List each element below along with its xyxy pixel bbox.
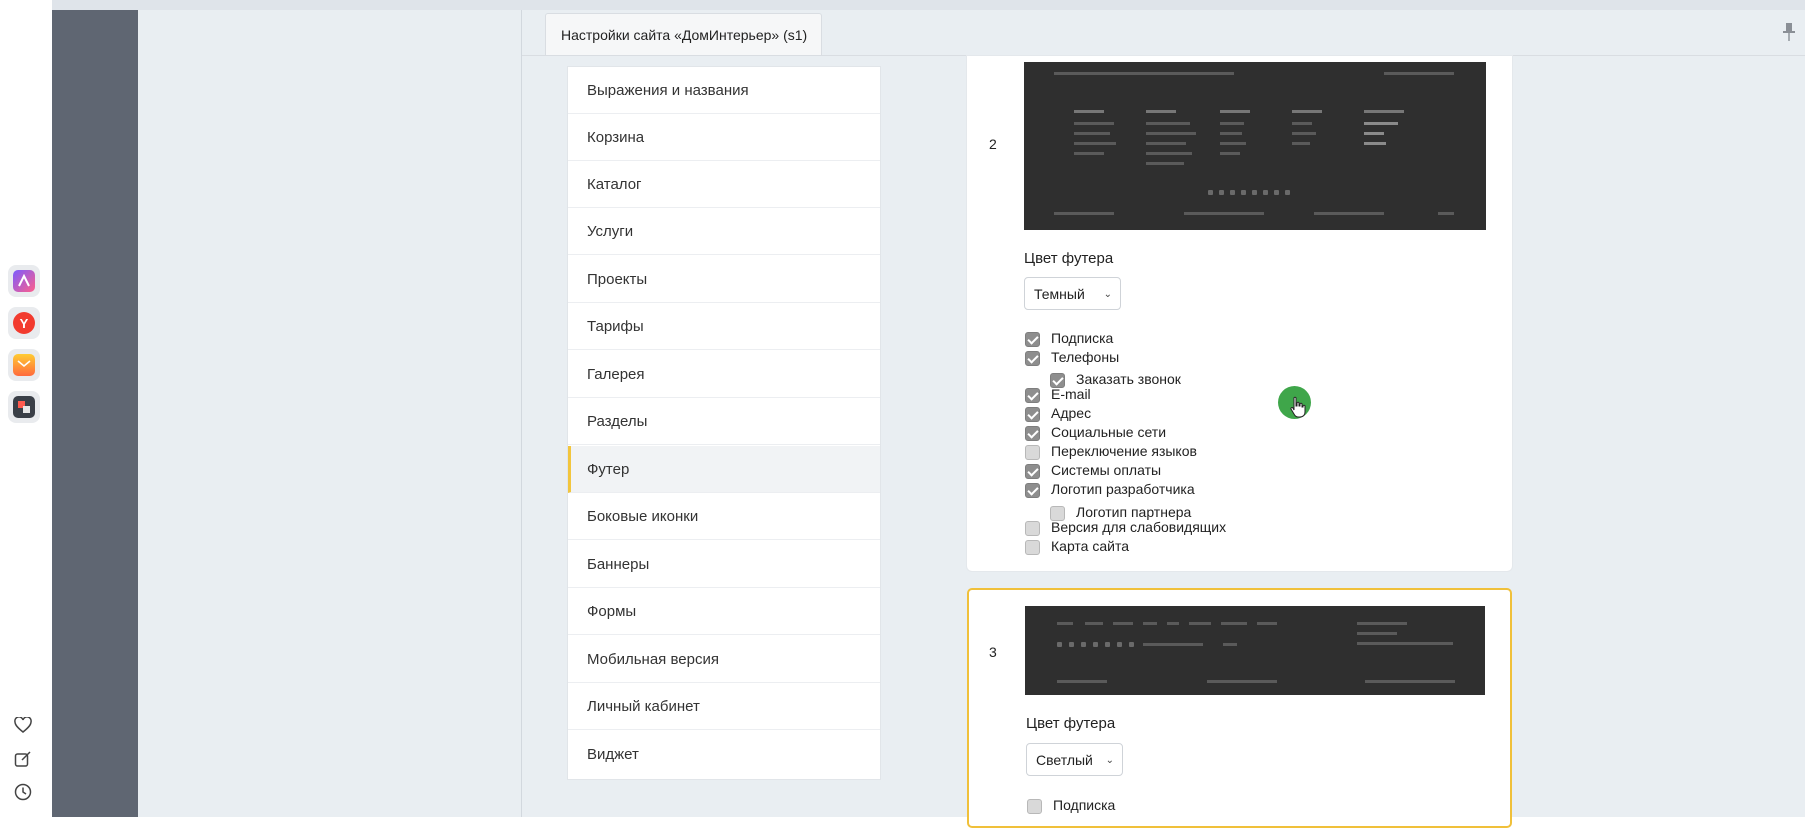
variant-number: 3 [989, 644, 997, 660]
menu-item-sections[interactable]: Разделы [568, 398, 880, 445]
menu-item-projects[interactable]: Проекты [568, 256, 880, 303]
footer-color-select[interactable]: Светлый ⌄ [1026, 743, 1123, 776]
checkbox-social[interactable] [1025, 426, 1040, 441]
menu-item-cart[interactable]: Корзина [568, 114, 880, 161]
option-label: Версия для слабовидящих [1051, 519, 1227, 535]
option-label: Системы оплаты [1051, 462, 1162, 478]
footer-preview-image[interactable] [1024, 62, 1486, 230]
footer-color-value: Светлый [1036, 752, 1093, 768]
option-label: Телефоны [1051, 349, 1120, 365]
option-label: Социальные сети [1051, 424, 1167, 440]
menu-item-mobile[interactable]: Мобильная версия [568, 636, 880, 683]
panel-divider [521, 10, 522, 817]
menu-item-services[interactable]: Услуги [568, 208, 880, 255]
option-label: Адрес [1051, 405, 1092, 421]
option-label: Карта сайта [1051, 538, 1129, 554]
footer-color-select[interactable]: Темный ⌄ [1024, 277, 1121, 310]
checkbox-developer-logo[interactable] [1025, 483, 1040, 498]
yandex-browser-icon[interactable]: Y [8, 307, 40, 339]
pin-icon[interactable] [1782, 22, 1796, 42]
checkbox-subscription[interactable] [1027, 799, 1042, 814]
menu-item-gallery[interactable]: Галерея [568, 351, 880, 398]
chevron-down-icon: ⌄ [1103, 289, 1112, 300]
app-dock: Y [0, 0, 52, 817]
checkbox-email[interactable] [1025, 388, 1040, 403]
checkbox-address[interactable] [1025, 407, 1040, 422]
heart-icon[interactable] [11, 713, 35, 737]
cursor-highlight [1278, 386, 1311, 419]
settings-menu: Выражения и названия Корзина Каталог Усл… [567, 66, 881, 780]
footer-color-label: Цвет футера [1026, 715, 1116, 732]
option-label: E-mail [1051, 386, 1091, 402]
checkbox-subscription[interactable] [1025, 332, 1040, 347]
mail-icon[interactable] [8, 349, 40, 381]
chevron-down-icon: ⌄ [1105, 755, 1114, 766]
menu-item-tariffs[interactable]: Тарифы [568, 303, 880, 350]
footer-preview-image[interactable] [1025, 606, 1485, 695]
menu-item-account[interactable]: Личный кабинет [568, 683, 880, 730]
menu-item-side-icons[interactable]: Боковые иконки [568, 493, 880, 540]
window-top-strip [52, 0, 1805, 10]
footer-variant-card: 2 Цвет футера Темный ⌄ Подписка Телефоны… [967, 56, 1512, 571]
checkbox-phones[interactable] [1025, 351, 1040, 366]
menu-item-footer[interactable]: Футер [568, 446, 880, 493]
footer-variant-card-selected[interactable]: 3 Цвет футера Светлый ⌄ Подписка [967, 588, 1512, 828]
checkbox-language-switch[interactable] [1025, 445, 1040, 460]
hand-cursor-icon [1290, 396, 1306, 418]
checkbox-sitemap[interactable] [1025, 540, 1040, 555]
menu-item-forms[interactable]: Формы [568, 588, 880, 635]
variant-number: 2 [989, 136, 997, 152]
option-label: Заказать звонок [1076, 371, 1181, 387]
translate-icon[interactable] [8, 391, 40, 423]
option-label: Подписка [1051, 330, 1114, 346]
option-label: Переключение языков [1051, 443, 1197, 459]
tab-site-settings[interactable]: Настройки сайта «ДомИнтерьер» (s1) [545, 13, 822, 55]
footer-color-label: Цвет футера [1024, 250, 1114, 267]
footer-color-value: Темный [1034, 286, 1085, 302]
option-label: Подписка [1053, 797, 1116, 813]
admin-sidebar [52, 10, 138, 817]
option-label: Логотип партнера [1076, 504, 1192, 520]
figma-icon[interactable] [8, 265, 40, 297]
edit-icon[interactable] [11, 747, 35, 771]
checkbox-payment-systems[interactable] [1025, 464, 1040, 479]
checkbox-accessibility[interactable] [1025, 521, 1040, 536]
clock-icon[interactable] [11, 780, 35, 804]
menu-item-banners[interactable]: Баннеры [568, 541, 880, 588]
menu-item-expressions[interactable]: Выражения и названия [568, 67, 880, 114]
menu-item-catalog[interactable]: Каталог [568, 161, 880, 208]
option-label: Логотип разработчика [1051, 481, 1195, 497]
menu-item-widget[interactable]: Виджет [568, 731, 880, 778]
